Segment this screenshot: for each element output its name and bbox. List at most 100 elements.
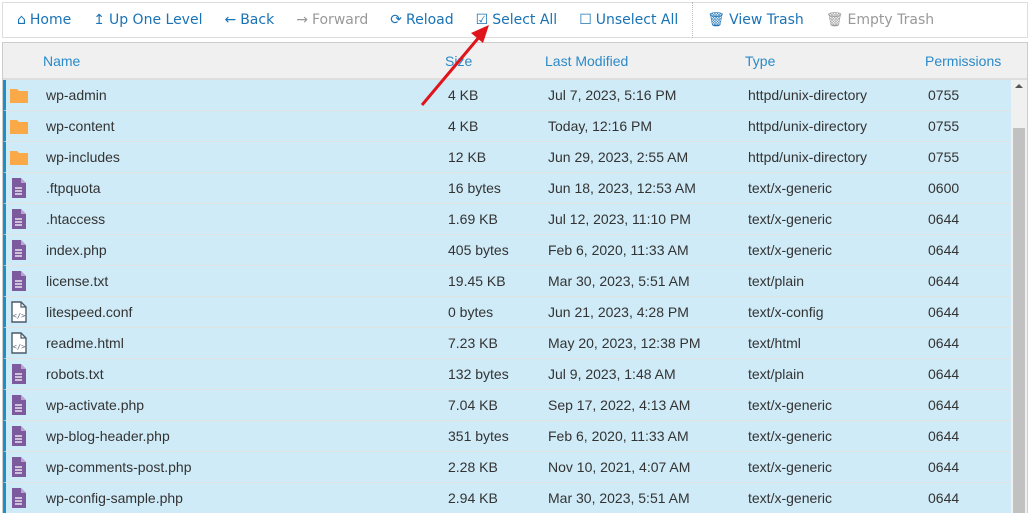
file-row[interactable]: .ftpquota 16 bytes Jun 18, 2023, 12:53 A… <box>3 173 1011 204</box>
empty-trash-button[interactable]: 🗑 Empty Trash <box>826 12 934 28</box>
button-label: Home <box>29 12 72 28</box>
file-list: wp-admin 4 KB Jul 7, 2023, 5:16 PM httpd… <box>3 80 1011 513</box>
text-file-icon <box>9 425 29 447</box>
file-size: 4 KB <box>448 118 479 134</box>
file-row[interactable]: .htaccess 1.69 KB Jul 12, 2023, 11:10 PM… <box>3 204 1011 235</box>
file-size: 2.28 KB <box>448 459 498 475</box>
checkbox-checked-icon: ☑ <box>475 12 489 28</box>
vertical-scrollbar[interactable] <box>1011 80 1027 513</box>
toolbar-separator <box>692 2 694 38</box>
file-row[interactable]: wp-activate.php 7.04 KB Sep 17, 2022, 4:… <box>3 390 1011 421</box>
file-row[interactable]: wp-includes 12 KB Jun 29, 2023, 2:55 AM … <box>3 142 1011 173</box>
column-last-modified[interactable]: Last Modified <box>545 53 628 69</box>
file-name[interactable]: wp-includes <box>46 149 120 165</box>
file-permissions[interactable]: 0644 <box>928 211 959 227</box>
scroll-up-icon[interactable] <box>1015 84 1023 88</box>
file-permissions[interactable]: 0755 <box>928 149 959 165</box>
file-manager-toolbar: ⌂ Home ↥ Up One Level ← Back → Forward ⟳ Reload ☑ S… <box>2 2 1028 38</box>
file-type: text/x-generic <box>748 180 833 196</box>
button-label: Empty Trash <box>847 12 935 28</box>
column-size[interactable]: Size <box>445 53 472 69</box>
file-size: 0 bytes <box>448 304 494 320</box>
file-name[interactable]: index.php <box>46 242 107 258</box>
file-permissions[interactable]: 0644 <box>928 366 959 382</box>
text-file-icon <box>9 177 29 199</box>
scrollbar-thumb[interactable] <box>1013 128 1025 513</box>
file-name[interactable]: robots.txt <box>46 366 104 382</box>
file-name[interactable]: readme.html <box>46 335 124 351</box>
file-type: text/html <box>748 335 801 351</box>
unselect-all-button[interactable]: ☐ Unselect All <box>579 12 678 28</box>
file-row[interactable]: wp-admin 4 KB Jul 7, 2023, 5:16 PM httpd… <box>3 80 1011 111</box>
file-name[interactable]: litespeed.conf <box>46 304 132 320</box>
file-row[interactable]: wp-comments-post.php 2.28 KB Nov 10, 202… <box>3 452 1011 483</box>
file-permissions[interactable]: 0755 <box>928 87 959 103</box>
file-type: text/x-generic <box>748 397 833 413</box>
file-size: 351 bytes <box>448 428 509 444</box>
text-file-icon <box>9 363 29 385</box>
file-name[interactable]: license.txt <box>46 273 108 289</box>
file-name[interactable]: wp-activate.php <box>46 397 144 413</box>
file-row[interactable]: wp-blog-header.php 351 bytes Feb 6, 2020… <box>3 421 1011 452</box>
svg-text:</>: </> <box>13 312 26 320</box>
table-header: Name Size Last Modified Type Permissions <box>3 43 1027 80</box>
select-all-button[interactable]: ☑ Select All <box>476 12 558 28</box>
file-size: 7.23 KB <box>448 335 498 351</box>
file-type: text/plain <box>748 273 805 289</box>
button-label: Forward <box>311 12 369 28</box>
file-row[interactable]: license.txt 19.45 KB Mar 30, 2023, 5:51 … <box>3 266 1011 297</box>
file-type: text/plain <box>748 366 805 382</box>
forward-button[interactable]: → Forward <box>296 12 368 28</box>
file-row[interactable]: robots.txt 132 bytes Jul 9, 2023, 1:48 A… <box>3 359 1011 390</box>
file-permissions[interactable]: 0644 <box>928 459 959 475</box>
file-size: 4 KB <box>448 87 479 103</box>
file-permissions[interactable]: 0644 <box>928 242 959 258</box>
file-size: 16 bytes <box>448 180 501 196</box>
up-one-level-button[interactable]: ↥ Up One Level <box>93 12 202 28</box>
text-file-icon <box>9 456 29 478</box>
file-name[interactable]: .ftpquota <box>46 180 101 196</box>
trash-icon: 🗑 <box>707 12 726 28</box>
button-label: Reload <box>405 12 454 28</box>
file-type: text/x-generic <box>748 428 833 444</box>
file-type: text/x-config <box>748 304 824 320</box>
file-name[interactable]: wp-admin <box>46 87 107 103</box>
folder-icon <box>9 84 29 106</box>
file-type: text/x-generic <box>748 459 833 475</box>
home-button[interactable]: ⌂ Home <box>17 12 71 28</box>
file-name[interactable]: .htaccess <box>46 211 105 227</box>
file-row[interactable]: </> litespeed.conf 0 bytes Jun 21, 2023,… <box>3 297 1011 328</box>
file-permissions[interactable]: 0644 <box>928 428 959 444</box>
text-file-icon <box>9 208 29 230</box>
file-permissions[interactable]: 0644 <box>928 397 959 413</box>
button-label: Select All <box>492 12 558 28</box>
file-row[interactable]: index.php 405 bytes Feb 6, 2020, 11:33 A… <box>3 235 1011 266</box>
file-permissions[interactable]: 0644 <box>928 304 959 320</box>
file-permissions[interactable]: 0755 <box>928 118 959 134</box>
file-size: 12 KB <box>448 149 487 165</box>
file-size: 132 bytes <box>448 366 509 382</box>
file-permissions[interactable]: 0644 <box>928 335 959 351</box>
file-modified: Jul 12, 2023, 11:10 PM <box>548 211 691 227</box>
file-name[interactable]: wp-config-sample.php <box>46 490 183 506</box>
column-type[interactable]: Type <box>745 53 775 69</box>
file-row[interactable]: wp-config-sample.php 2.94 KB Mar 30, 202… <box>3 483 1011 513</box>
column-permissions[interactable]: Permissions <box>925 53 1001 69</box>
file-name[interactable]: wp-content <box>46 118 114 134</box>
home-icon: ⌂ <box>17 12 26 28</box>
file-permissions[interactable]: 0644 <box>928 273 959 289</box>
file-row[interactable]: </> readme.html 7.23 KB May 20, 2023, 12… <box>3 328 1011 359</box>
file-row[interactable]: wp-content 4 KB Today, 12:16 PM httpd/un… <box>3 111 1011 142</box>
view-trash-button[interactable]: 🗑 View Trash <box>707 12 803 28</box>
file-permissions[interactable]: 0644 <box>928 490 959 506</box>
file-size: 405 bytes <box>448 242 509 258</box>
back-button[interactable]: ← Back <box>224 12 274 28</box>
file-name[interactable]: wp-comments-post.php <box>46 459 192 475</box>
column-name[interactable]: Name <box>43 53 80 69</box>
svg-text:</>: </> <box>13 343 26 351</box>
file-permissions[interactable]: 0600 <box>928 180 959 196</box>
trash-icon: 🗑 <box>825 12 844 28</box>
reload-button[interactable]: ⟳ Reload <box>390 12 453 28</box>
file-type: text/x-generic <box>748 242 833 258</box>
file-name[interactable]: wp-blog-header.php <box>46 428 170 444</box>
